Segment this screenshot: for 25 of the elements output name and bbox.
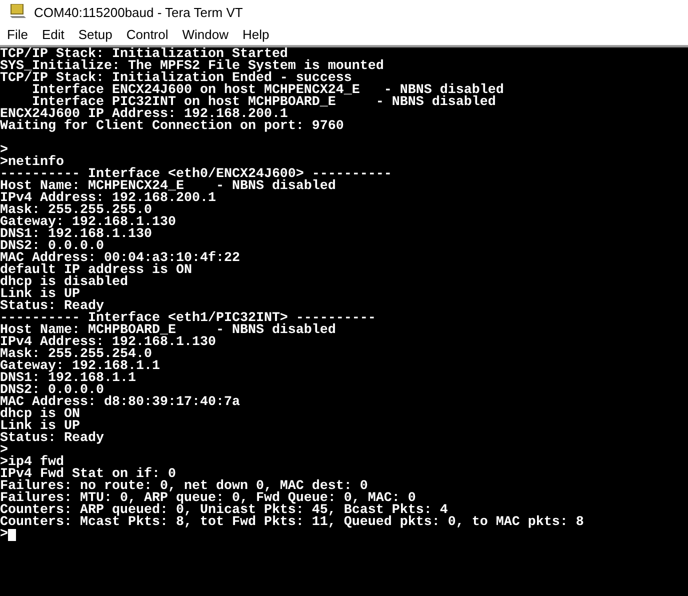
menu-item[interactable]: Control [123, 25, 172, 45]
text-cursor [8, 529, 16, 541]
terminal-line: Mask: 255.255.255.0 [0, 205, 152, 217]
menu-item[interactable]: Setup [75, 25, 116, 45]
app-icon [10, 4, 26, 18]
terminal-line: > [0, 445, 8, 457]
terminal-line: >netinfo [0, 157, 64, 169]
terminal-line: Status: Ready [0, 301, 104, 313]
terminal-line: Gateway: 192.168.1.130 [0, 217, 176, 229]
terminal-line: Gateway: 192.168.1.1 [0, 361, 160, 373]
menu-item[interactable]: Edit [38, 25, 68, 45]
terminal-line: Mask: 255.255.254.0 [0, 349, 152, 361]
terminal-line: Counters: Mcast Pkts: 8, tot Fwd Pkts: 11, Queued pkts: 0, to MAC pkts: 8 [0, 517, 584, 529]
prompt: > [0, 529, 8, 541]
menu-item[interactable]: Window [179, 25, 232, 45]
terminal-line: DNS1: 192.168.1.1 [0, 373, 136, 385]
terminal-line: Status: Ready [0, 433, 104, 445]
terminal-line: DNS1: 192.168.1.130 [0, 229, 152, 241]
terminal-line: Link is UP [0, 289, 80, 301]
menu-item[interactable]: Help [240, 25, 272, 45]
window-title: COM40:115200baud - Tera Term VT [34, 4, 243, 22]
terminal-line: Link is UP [0, 421, 80, 433]
terminal-line: Waiting for Client Connection on port: 9760 [0, 121, 344, 133]
menu-item[interactable]: File [4, 25, 31, 45]
terminal-line: > [0, 145, 8, 157]
